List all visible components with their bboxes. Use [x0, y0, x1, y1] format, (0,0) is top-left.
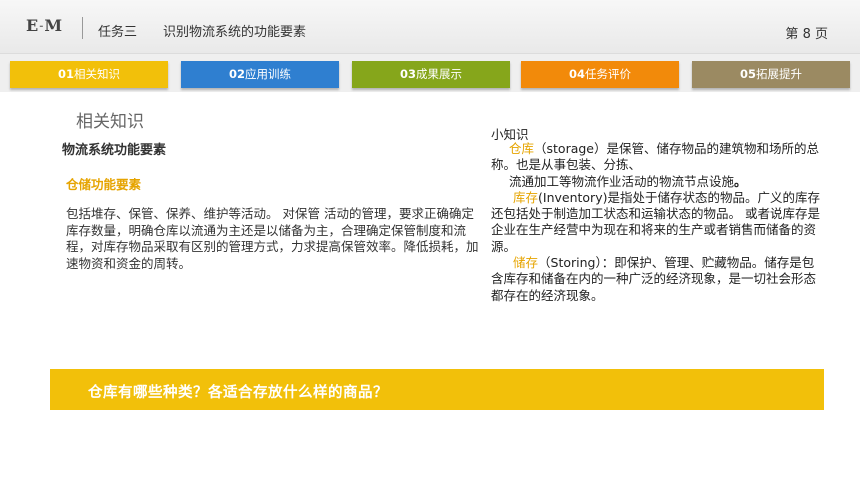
tip-storing: 储存（Storing）：即保护、管理、贮藏物品。储存是包含库存和储备在内的一种广… [491, 255, 825, 304]
body-paragraph: 包括堆存、保管、保养、维护等活动。 对保管 活动的管理，要求正确确定库存数量，明… [66, 206, 479, 271]
tab-label: 拓展提升 [756, 67, 802, 81]
inventory-definition: (Inventory)是指处于储存状态的物品。广义的库存还包括处于制造加工状态和… [491, 189, 820, 254]
tips-block: 仓库（storage）是保管、储存物品的建筑物和场所的总称。也是从事包装、分拣、… [491, 141, 825, 304]
tab-extension[interactable]: 05拓展提升 [692, 61, 850, 88]
question-banner: 仓库有哪些种类？各适合存放什么样的商品？ [50, 369, 824, 410]
tab-number: 01 [57, 67, 74, 81]
subtopic-heading: 物流系统功能要素 [62, 143, 167, 158]
tip-storage: 仓库（storage）是保管、储存物品的建筑物和场所的总称。也是从事包装、分拣、 [491, 141, 825, 174]
term-inventory: 库存 [513, 189, 539, 205]
tab-number: 03 [399, 67, 416, 81]
tab-label: 成果展示 [416, 67, 462, 81]
item-heading: 仓储功能要素 [66, 177, 142, 192]
tip-storage-cont: 流通加工等物流作业活动的物流节点设施。 [491, 174, 825, 190]
header-divider [82, 17, 83, 39]
page-number-label: 第 8 页 [785, 23, 828, 42]
page-number: 8 [802, 27, 811, 42]
tab-number: 05 [739, 67, 756, 81]
storage-period: 。 [734, 173, 747, 189]
section-heading: 相关知识 [76, 112, 144, 132]
tab-related-knowledge[interactable]: 01相关知识 [10, 61, 168, 88]
tip-inventory: 库存(Inventory)是指处于储存状态的物品。广义的库存还包括处于制造加工状… [491, 190, 825, 255]
storage-definition-cont: 流通加工等物流作业活动的物流节点设施 [509, 173, 735, 189]
logo-letter-e: E [26, 16, 40, 35]
tab-application-training[interactable]: 02应用训练 [181, 61, 339, 88]
tab-label: 相关知识 [74, 67, 120, 81]
header-bar: E-M 任务三 识别物流系统的功能要素 第 8 页 [0, 0, 860, 54]
storage-definition: （storage）是保管、储存物品的建筑物和场所的总称。也是从事包装、分拣、 [491, 141, 820, 173]
logo-letter-m: M [44, 16, 64, 35]
question-text: 仓库有哪些种类？各适合存放什么样的商品？ [88, 385, 388, 401]
tab-task-evaluation[interactable]: 04任务评价 [521, 61, 679, 88]
tab-label: 应用训练 [245, 67, 291, 81]
page-suffix: 页 [814, 27, 828, 42]
storing-definition: （Storing）：即保护、管理、贮藏物品。储存是包含库存和储备在内的一种广泛的… [491, 255, 817, 303]
tab-bar: 01相关知识 02应用训练 03成果展示 04任务评价 05拓展提升 [0, 54, 860, 92]
page-prefix: 第 [785, 27, 799, 42]
tab-number: 04 [568, 67, 585, 81]
task-title: 识别物流系统的功能要素 [163, 25, 307, 40]
task-name: 任务三 [98, 25, 138, 40]
term-storing: 储存 [513, 255, 539, 271]
tab-results-display[interactable]: 03成果展示 [352, 61, 510, 88]
term-storage: 仓库 [509, 141, 535, 156]
tab-label: 任务评价 [585, 67, 631, 81]
em-logo: E-M [26, 16, 63, 35]
tab-number: 02 [228, 67, 245, 81]
